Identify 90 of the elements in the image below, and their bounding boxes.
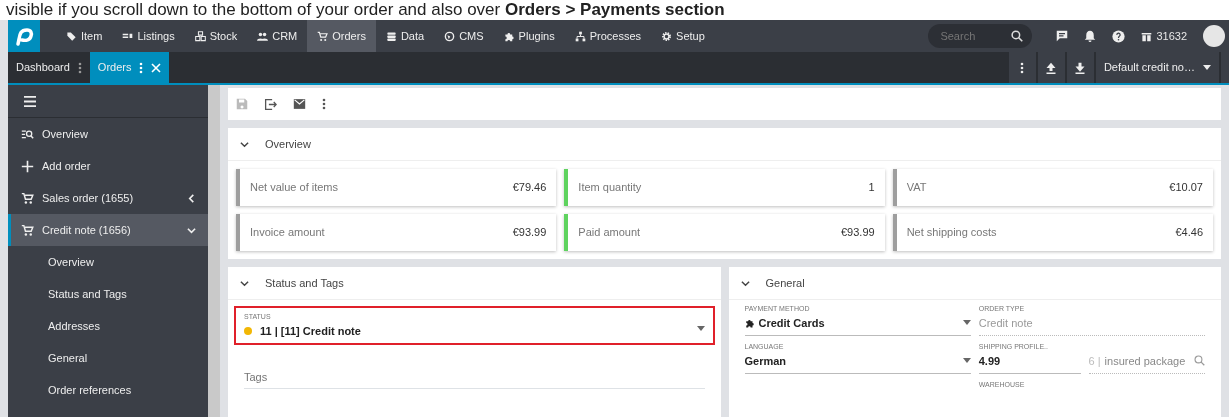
chevron-icon <box>187 193 196 203</box>
stat-label: Paid amount <box>578 225 641 241</box>
help-icon[interactable] <box>1112 29 1126 43</box>
chevron-icon <box>187 225 196 235</box>
flowchart-icon <box>574 30 586 42</box>
puzzle-icon <box>503 30 515 42</box>
search-list-icon <box>21 127 34 141</box>
upload-button[interactable] <box>1037 52 1065 83</box>
more-icon[interactable] <box>77 61 82 74</box>
nav-item[interactable]: CMS <box>434 20 494 52</box>
sidebar-item[interactable]: Overview <box>8 118 208 150</box>
nav-item[interactable]: CRM <box>247 20 308 52</box>
download-icon <box>1074 62 1087 75</box>
puzzle-icon <box>744 317 755 328</box>
scrollbar[interactable] <box>208 85 220 417</box>
building-icon <box>1141 30 1153 42</box>
sidebar-subitem[interactable]: Order references <box>8 374 208 406</box>
sidebar-item[interactable]: Credit note (1656) <box>8 214 208 246</box>
export-icon[interactable] <box>264 97 277 111</box>
sidebar-subitem[interactable]: Status and Tags <box>8 278 208 310</box>
stat-label: Net shipping costs <box>906 225 997 241</box>
nav-item[interactable]: Data <box>375 20 435 52</box>
chevron-icon[interactable] <box>740 278 750 288</box>
tab[interactable]: Dashboard <box>8 52 90 83</box>
profile-number: 6 | <box>1088 353 1101 369</box>
cart-icon <box>21 223 34 237</box>
bell-icon[interactable] <box>1084 30 1097 42</box>
field-value: 11 | [11] Credit note <box>260 323 361 339</box>
database-icon <box>385 30 397 42</box>
section-title[interactable]: Status and Tags <box>265 274 344 292</box>
sidebar-subitem[interactable]: General <box>8 342 208 374</box>
stat-label: VAT <box>906 180 927 196</box>
sidebar-subitem[interactable]: Addresses <box>8 310 208 342</box>
boxes-icon <box>194 30 206 42</box>
plus-icon <box>21 159 34 173</box>
menu-icon[interactable] <box>24 95 36 107</box>
caption-text: visible if you scroll down to the bottom of your order and also over Orders > Payments section <box>6 0 725 19</box>
nav-item[interactable]: Listings <box>112 20 185 52</box>
nav-item[interactable]: Stock <box>184 20 248 52</box>
stat-value: €4.46 <box>1175 225 1203 241</box>
tab-label[interactable]: Dashboard <box>16 59 70 76</box>
more-icon[interactable] <box>139 61 144 74</box>
people-icon <box>257 30 269 42</box>
section-title[interactable]: Overview <box>265 135 311 153</box>
caret-icon <box>1203 65 1211 70</box>
stat-value: €10.07 <box>1169 180 1203 196</box>
search-icon[interactable] <box>1011 30 1024 42</box>
download-button[interactable] <box>1066 52 1094 83</box>
more-icon[interactable] <box>322 98 326 110</box>
nav-item[interactable]: Setup <box>651 20 715 52</box>
stat-value: €79.46 <box>512 180 547 196</box>
profile-field[interactable]: 6 | insured package <box>1088 352 1205 374</box>
logo[interactable] <box>8 20 40 52</box>
nav-item[interactable]: Item <box>56 20 113 52</box>
view-dropdown[interactable]: Default credit no… <box>1095 52 1219 83</box>
chat-icon[interactable] <box>1056 30 1069 42</box>
upload-icon <box>1045 62 1058 75</box>
section-title[interactable]: General <box>765 274 805 292</box>
chevron-icon[interactable] <box>240 278 249 288</box>
stat-value: €93.99 <box>841 225 875 241</box>
sidebar-subitem[interactable]: Overview <box>8 246 208 278</box>
chevron-icon[interactable] <box>240 139 249 149</box>
stat-value: 1 <box>868 180 875 196</box>
field-value: Credit note <box>978 315 1034 331</box>
close-icon[interactable] <box>151 62 162 73</box>
field-value: Credit Cards <box>758 315 826 331</box>
stat-value: €93.99 <box>512 225 547 241</box>
nav-item[interactable]: Orders <box>307 20 376 52</box>
more-icon <box>1020 62 1025 75</box>
cart-icon <box>21 191 34 205</box>
mail-icon[interactable] <box>293 98 306 110</box>
caret-icon <box>696 326 705 331</box>
stat-label: Item quantity <box>578 180 642 196</box>
stat-label: Invoice amount <box>250 225 325 241</box>
avatar[interactable] <box>1203 25 1225 47</box>
profile-name: insured package <box>1104 353 1187 369</box>
nav-item[interactable]: Plugins <box>493 20 565 52</box>
search-field[interactable]: Search <box>928 24 1033 48</box>
field-value: 4.99 <box>978 353 1002 369</box>
caret-icon <box>962 358 971 364</box>
cart-icon <box>317 30 329 42</box>
tag-icon <box>66 30 77 42</box>
nav-item[interactable]: Processes <box>564 20 652 52</box>
field-value: German <box>744 353 788 369</box>
user-id: 31632 <box>1156 28 1187 44</box>
sidebar-item[interactable]: Sales order (1655) <box>8 182 208 214</box>
sidebar-item[interactable]: Add order <box>8 150 208 182</box>
gear-icon <box>661 30 673 42</box>
stat-label: Net value of items <box>250 180 339 196</box>
caret-icon <box>962 320 971 326</box>
